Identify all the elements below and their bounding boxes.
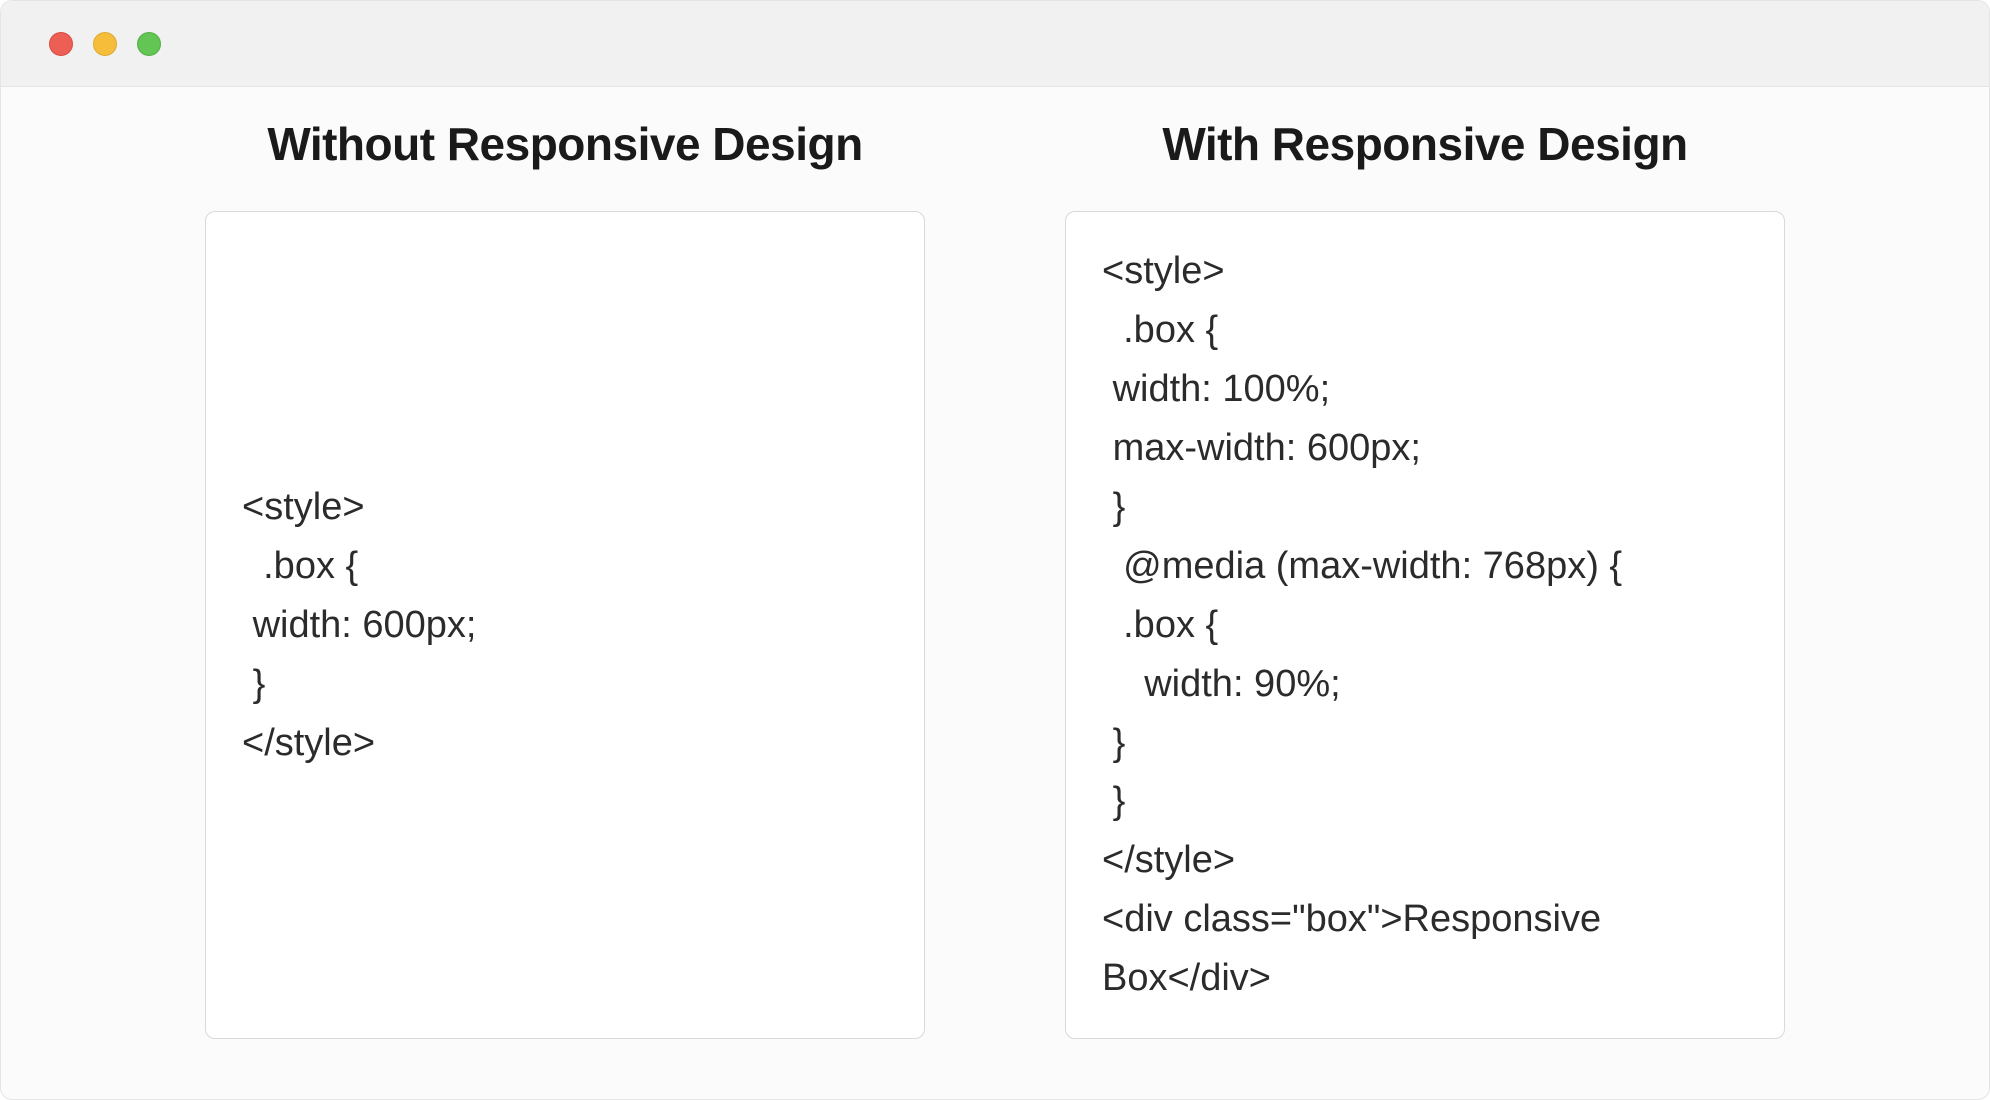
app-window: Without Responsive Design <style> .box {…: [0, 0, 1990, 1100]
window-titlebar: [1, 1, 1989, 87]
maximize-window-button[interactable]: [137, 32, 161, 56]
close-window-button[interactable]: [49, 32, 73, 56]
left-heading: Without Responsive Design: [205, 117, 925, 171]
right-column: With Responsive Design <style> .box { wi…: [1065, 117, 1785, 1039]
right-heading: With Responsive Design: [1065, 117, 1785, 171]
minimize-window-button[interactable]: [93, 32, 117, 56]
comparison-content: Without Responsive Design <style> .box {…: [1, 87, 1989, 1099]
right-code-box: <style> .box { width: 100%; max-width: 6…: [1065, 211, 1785, 1039]
left-column: Without Responsive Design <style> .box {…: [205, 117, 925, 1039]
left-code-box: <style> .box { width: 600px; } </style>: [205, 211, 925, 1039]
